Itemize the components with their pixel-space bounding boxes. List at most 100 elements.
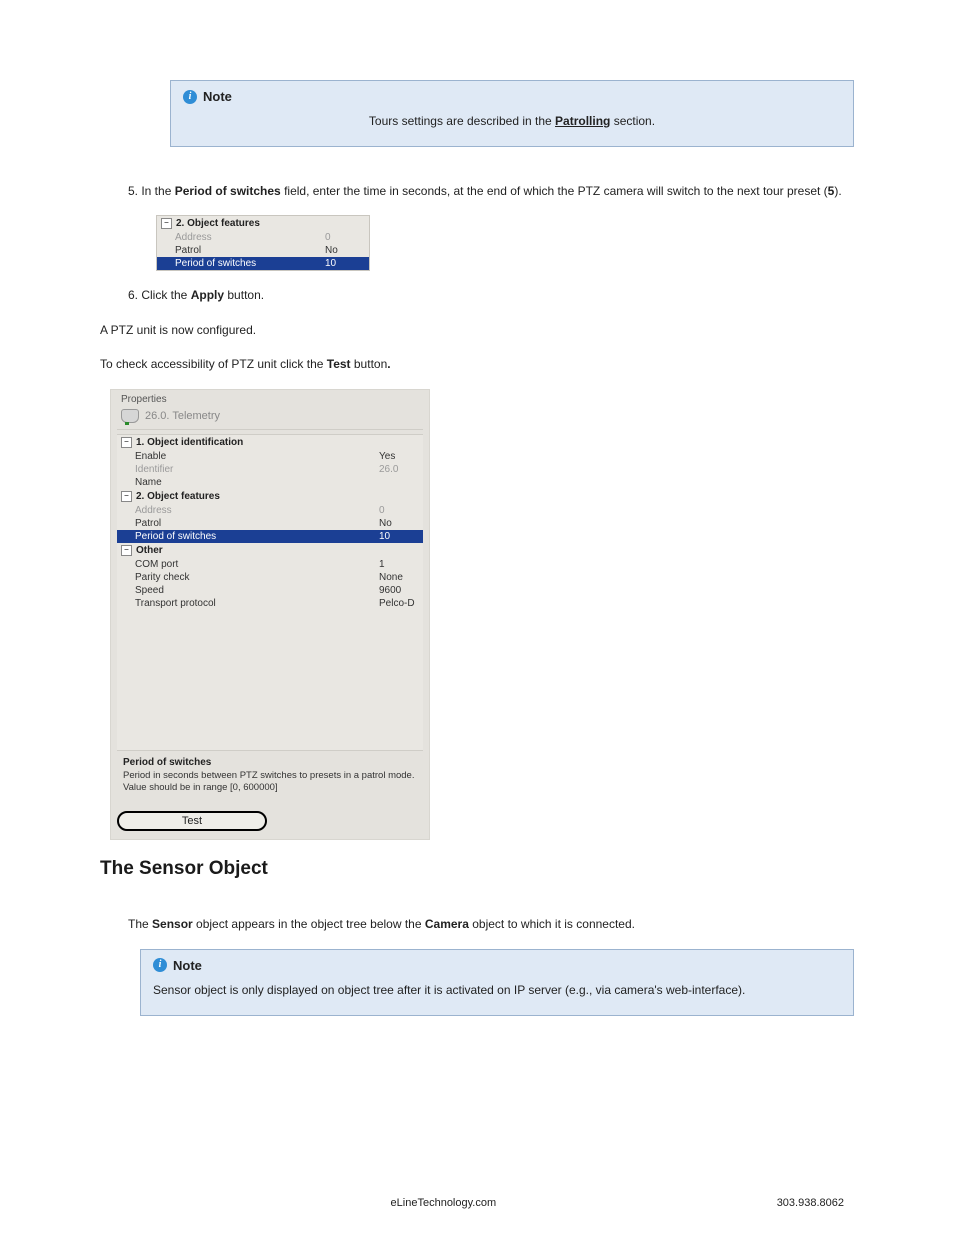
footer-right: 303.938.8062	[777, 1197, 844, 1209]
group-header-object-features[interactable]: – 2. Object features	[157, 216, 369, 231]
prop-val: 10	[379, 531, 419, 542]
prop-key: Address	[175, 232, 325, 243]
prop-row-patrol[interactable]: Patrol No	[157, 244, 369, 257]
prop-key: Name	[135, 477, 379, 488]
prop-key: Transport protocol	[135, 598, 379, 609]
note-header: i Note	[183, 89, 841, 104]
prop-val: 10	[325, 258, 365, 269]
figure-properties-panel: Properties 26.0. Telemetry – 1. Object i…	[110, 389, 430, 841]
step-6-before: Click the	[141, 288, 190, 302]
prop-key: Patrol	[175, 245, 325, 256]
prop-row-period-of-switches[interactable]: Period of switches 10	[157, 257, 369, 270]
step-5-after: ).	[834, 184, 841, 198]
prop-row-patrol-lg[interactable]: Patrol No	[117, 517, 423, 530]
prop-val: No	[325, 245, 365, 256]
group-header-object-identification[interactable]: – 1. Object identification	[117, 435, 423, 450]
sensor-b1: Sensor	[152, 917, 193, 931]
note-body-prefix: Tours settings are described in the	[369, 114, 555, 128]
prop-key: Speed	[135, 585, 379, 596]
prop-row-speed[interactable]: Speed 9600	[117, 584, 423, 597]
patrolling-link[interactable]: Patrolling	[555, 114, 610, 128]
test-t2: button	[351, 357, 388, 371]
group-label: 1. Object identification	[136, 437, 243, 448]
prop-key: COM port	[135, 559, 379, 570]
test-btn-label: Test	[327, 357, 351, 371]
prop-key: Patrol	[135, 518, 379, 529]
group-header-object-features-lg[interactable]: – 2. Object features	[117, 489, 423, 504]
step-6-apply: Apply	[191, 288, 224, 302]
prop-row-parity[interactable]: Parity check None	[117, 571, 423, 584]
prop-row-period-lg[interactable]: Period of switches 10	[117, 530, 423, 543]
telemetry-icon	[121, 409, 139, 423]
note-label: Note	[203, 89, 232, 104]
prop-key: Period of switches	[135, 531, 379, 542]
note-label-2: Note	[173, 958, 202, 973]
prop-row-enable[interactable]: Enable Yes	[117, 450, 423, 463]
heading-sensor-object: The Sensor Object	[100, 858, 854, 880]
test-dot: .	[387, 357, 390, 371]
note-header-2: i Note	[153, 958, 841, 973]
note-box-sensor: i Note Sensor object is only displayed o…	[140, 949, 854, 1016]
para-test-instruction: To check accessibility of PTZ unit click…	[100, 354, 854, 374]
group-label: Other	[136, 545, 163, 556]
note-body-2: Sensor object is only displayed on objec…	[153, 981, 841, 999]
sensor-t2: object appears in the object tree below …	[193, 917, 425, 931]
test-t1: To check accessibility of PTZ unit click…	[100, 357, 327, 371]
step-5-paragraph: 5. In the Period of switches field, ente…	[128, 181, 854, 201]
prop-val: 1	[379, 559, 419, 570]
page: i Note Tours settings are described in t…	[0, 0, 954, 1235]
property-grid: – 1. Object identification Enable Yes Id…	[117, 434, 423, 751]
desc-text: Period in seconds between PTZ switches t…	[123, 770, 417, 796]
prop-row-name[interactable]: Name	[117, 476, 423, 489]
prop-val: 0	[379, 505, 419, 516]
prop-row-address-lg[interactable]: Address 0	[117, 504, 423, 517]
sensor-t1: The	[128, 917, 152, 931]
sensor-b2: Camera	[425, 917, 469, 931]
prop-row-com-port[interactable]: COM port 1	[117, 558, 423, 571]
step-5-number: 5.	[128, 184, 141, 198]
prop-val: Yes	[379, 451, 419, 462]
step-6-after: button.	[224, 288, 264, 302]
prop-val: 26.0	[379, 464, 419, 475]
prop-val	[379, 477, 419, 488]
properties-title-row: 26.0. Telemetry	[117, 407, 423, 430]
figure-object-features-small: – 2. Object features Address 0 Patrol No…	[156, 215, 370, 271]
group-label: 2. Object features	[136, 491, 220, 502]
prop-val: 9600	[379, 585, 419, 596]
properties-legend: Properties	[121, 394, 427, 405]
property-description-box: Period of switches Period in seconds bet…	[117, 751, 423, 802]
collapse-icon[interactable]: –	[161, 218, 172, 229]
prop-row-address[interactable]: Address 0	[157, 231, 369, 244]
prop-row-transport[interactable]: Transport protocol Pelco-D	[117, 597, 423, 610]
prop-key: Enable	[135, 451, 379, 462]
footer-left: eLineTechnology.com	[391, 1197, 497, 1209]
sensor-t3: object to which it is connected.	[469, 917, 635, 931]
info-icon: i	[153, 958, 167, 972]
info-icon: i	[183, 90, 197, 104]
test-button[interactable]: Test	[117, 811, 267, 831]
desc-title: Period of switches	[123, 757, 417, 768]
collapse-icon[interactable]: –	[121, 437, 132, 448]
step-5-mid: field, enter the time in seconds, at the…	[281, 184, 828, 198]
group-header-other[interactable]: – Other	[117, 543, 423, 558]
step-6-number: 6.	[128, 288, 141, 302]
para-ptz-configured: A PTZ unit is now configured.	[100, 320, 854, 340]
note-box-patrolling: i Note Tours settings are described in t…	[170, 80, 854, 147]
prop-val: None	[379, 572, 419, 583]
group-label: 2. Object features	[176, 218, 260, 229]
prop-key: Identifier	[135, 464, 379, 475]
prop-val: No	[379, 518, 419, 529]
note-body: Tours settings are described in the Patr…	[183, 112, 841, 130]
prop-key: Period of switches	[175, 258, 325, 269]
sensor-para: The Sensor object appears in the object …	[128, 914, 854, 934]
collapse-icon[interactable]: –	[121, 491, 132, 502]
grid-empty-space	[117, 610, 423, 750]
collapse-icon[interactable]: –	[121, 545, 132, 556]
note-body-suffix: section.	[610, 114, 655, 128]
step-5-t1: In the	[141, 184, 174, 198]
page-footer: eLineTechnology.com 303.938.8062	[0, 1197, 954, 1209]
prop-key: Parity check	[135, 572, 379, 583]
step-5-field: Period of switches	[175, 184, 281, 198]
prop-row-identifier[interactable]: Identifier 26.0	[117, 463, 423, 476]
properties-title-text: 26.0. Telemetry	[145, 410, 220, 422]
